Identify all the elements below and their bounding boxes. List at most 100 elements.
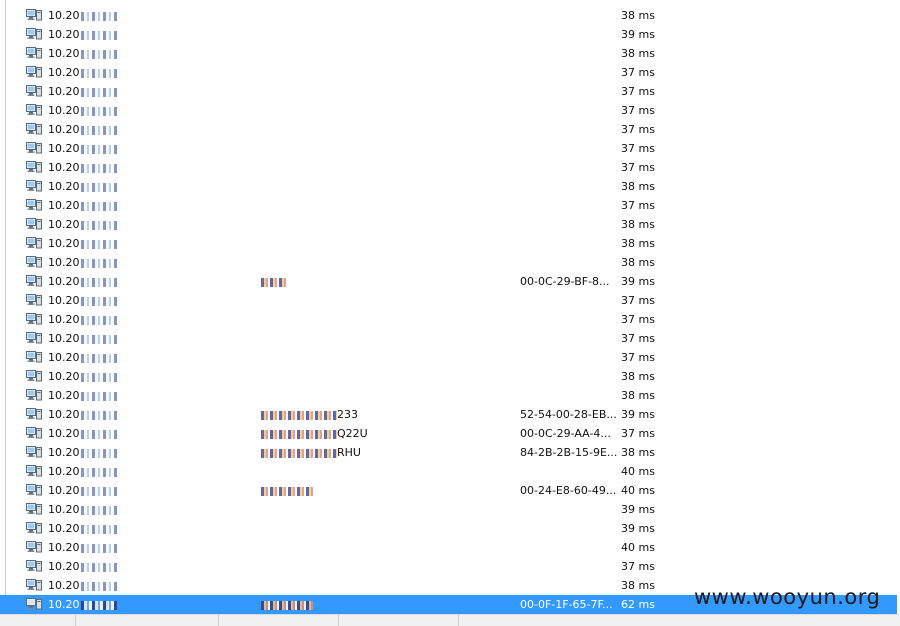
network-computer-icon bbox=[26, 9, 42, 21]
ip-address-text: 10.20 bbox=[48, 256, 80, 269]
table-row[interactable]: 10.20 38 ms bbox=[0, 234, 900, 253]
table-row[interactable]: 10.20 37 ms bbox=[0, 101, 900, 120]
ip-address-cell: 10.20 bbox=[48, 331, 117, 346]
redacted-ip-suffix bbox=[80, 106, 117, 116]
hostname-cell bbox=[261, 483, 313, 498]
table-row[interactable]: 10.20 38 ms bbox=[0, 44, 900, 63]
table-row[interactable]: 10.20 37 ms bbox=[0, 291, 900, 310]
ip-address-cell: 10.20 bbox=[48, 426, 117, 441]
ip-address-text: 10.20 bbox=[48, 332, 80, 345]
table-row[interactable]: 10.20 37 ms bbox=[0, 158, 900, 177]
network-computer-icon bbox=[26, 237, 42, 249]
ip-address-cell: 10.20 bbox=[48, 198, 117, 213]
ip-address-text: 10.20 bbox=[48, 28, 80, 41]
table-row[interactable]: 10.20 37 ms bbox=[0, 329, 900, 348]
scrollbar-separator bbox=[218, 615, 219, 626]
ip-address-cell: 10.20 bbox=[48, 84, 117, 99]
table-row[interactable]: 10.20 37 ms bbox=[0, 63, 900, 82]
ip-address-cell: 10.20 bbox=[48, 445, 117, 460]
table-row[interactable]: 10.20 38 ms bbox=[0, 367, 900, 386]
ip-address-cell: 10.20 bbox=[48, 502, 117, 517]
ping-time-cell: 38 ms bbox=[621, 579, 655, 592]
table-row[interactable]: 10.20 38 ms bbox=[0, 253, 900, 272]
table-row[interactable]: 10.20 40 ms bbox=[0, 538, 900, 557]
scan-results-table[interactable]: 10.20 38 ms 10.20 39 ms 10.20 38 ms 10.20 37 ms… bbox=[0, 0, 900, 625]
ip-address-text: 10.20 bbox=[48, 541, 80, 554]
table-row[interactable]: 10.20 39 ms bbox=[0, 519, 900, 538]
network-computer-icon bbox=[26, 503, 42, 515]
network-computer-icon bbox=[26, 123, 42, 135]
ip-address-text: 10.20 bbox=[48, 389, 80, 402]
redacted-ip-suffix bbox=[80, 391, 117, 401]
ip-address-cell: 10.20 bbox=[48, 27, 117, 42]
ip-address-text: 10.20 bbox=[48, 522, 80, 535]
redacted-ip-suffix bbox=[80, 296, 117, 306]
scrollbar-separator bbox=[458, 615, 459, 626]
horizontal-scrollbar[interactable] bbox=[0, 614, 900, 626]
table-row[interactable]: 10.20 Q22U 00-0C-29-AA-4... 37 ms bbox=[0, 424, 900, 443]
network-computer-icon bbox=[26, 427, 42, 439]
hostname-cell: RHU bbox=[261, 445, 361, 460]
hostname-text: RHU bbox=[337, 446, 361, 459]
table-row[interactable]: 10.20 37 ms bbox=[0, 139, 900, 158]
table-row[interactable]: 10.20 37 ms bbox=[0, 120, 900, 139]
ping-time-cell: 40 ms bbox=[621, 541, 655, 554]
table-row[interactable]: 10.20 38 ms bbox=[0, 177, 900, 196]
ip-address-cell: 10.20 bbox=[48, 350, 117, 365]
table-row[interactable]: 10.20 37 ms bbox=[0, 82, 900, 101]
network-computer-icon bbox=[26, 218, 42, 230]
ip-address-cell: 10.20 bbox=[48, 141, 117, 156]
table-row[interactable]: 10.20 37 ms bbox=[0, 348, 900, 367]
ip-address-cell: 10.20 bbox=[48, 369, 117, 384]
ping-time-cell: 62 ms bbox=[621, 598, 655, 611]
ip-address-text: 10.20 bbox=[48, 161, 80, 174]
redacted-ip-suffix bbox=[80, 87, 117, 97]
ip-address-text: 10.20 bbox=[48, 66, 80, 79]
table-row[interactable]: 10.20 00-24-E8-60-49... 40 ms bbox=[0, 481, 900, 500]
ping-time-cell: 37 ms bbox=[621, 104, 655, 117]
redacted-ip-suffix bbox=[80, 163, 117, 173]
redacted-ip-suffix bbox=[80, 315, 117, 325]
network-computer-icon bbox=[26, 370, 42, 382]
redacted-ip-suffix bbox=[80, 467, 117, 477]
ip-address-text: 10.20 bbox=[48, 199, 80, 212]
redacted-ip-suffix bbox=[80, 125, 117, 135]
ip-address-text: 10.20 bbox=[48, 484, 80, 497]
mac-address-cell: 00-24-E8-60-49... bbox=[520, 484, 617, 497]
table-row[interactable]: 10.20 RHU 84-2B-2B-15-9E... 38 ms bbox=[0, 443, 900, 462]
table-row[interactable]: 10.20 233 52-54-00-28-EB... 39 ms bbox=[0, 405, 900, 424]
watermark: www.wooyun.org bbox=[694, 585, 881, 609]
table-row[interactable]: 10.20 39 ms bbox=[0, 25, 900, 44]
ip-address-cell: 10.20 bbox=[48, 179, 117, 194]
table-row[interactable]: 10.20 38 ms bbox=[0, 6, 900, 25]
table-row[interactable]: 10.20 37 ms bbox=[0, 196, 900, 215]
ip-address-cell: 10.20 bbox=[48, 217, 117, 232]
redacted-ip-suffix bbox=[80, 581, 117, 591]
network-computer-icon bbox=[26, 465, 42, 477]
redacted-ip-suffix bbox=[80, 201, 117, 211]
redacted-ip-suffix bbox=[80, 524, 117, 534]
network-computer-icon bbox=[26, 180, 42, 192]
table-row[interactable]: 10.20 00-0C-29-BF-8... 39 ms bbox=[0, 272, 900, 291]
table-row[interactable]: 10.20 37 ms bbox=[0, 310, 900, 329]
table-row[interactable]: 10.20 40 ms bbox=[0, 462, 900, 481]
ip-address-cell: 10.20 bbox=[48, 597, 117, 612]
mac-address-cell: 84-2B-2B-15-9E... bbox=[520, 446, 618, 459]
redacted-ip-suffix bbox=[80, 220, 117, 230]
ping-time-cell: 37 ms bbox=[621, 427, 655, 440]
redacted-ip-suffix bbox=[80, 30, 117, 40]
ping-time-cell: 37 ms bbox=[621, 142, 655, 155]
table-row[interactable]: 10.20 38 ms bbox=[0, 215, 900, 234]
ping-time-cell: 37 ms bbox=[621, 332, 655, 345]
ip-address-text: 10.20 bbox=[48, 351, 80, 364]
hostname-cell: Q22U bbox=[261, 426, 368, 441]
mac-address-cell: 00-0F-1F-65-7F... bbox=[520, 598, 613, 611]
ping-time-cell: 38 ms bbox=[621, 446, 655, 459]
redacted-hostname bbox=[261, 410, 337, 420]
table-row[interactable]: 10.20 37 ms bbox=[0, 557, 900, 576]
table-row[interactable]: 10.20 38 ms bbox=[0, 386, 900, 405]
ip-address-cell: 10.20 bbox=[48, 122, 117, 137]
ip-address-text: 10.20 bbox=[48, 370, 80, 383]
table-row[interactable]: 10.20 39 ms bbox=[0, 500, 900, 519]
network-computer-icon bbox=[26, 313, 42, 325]
